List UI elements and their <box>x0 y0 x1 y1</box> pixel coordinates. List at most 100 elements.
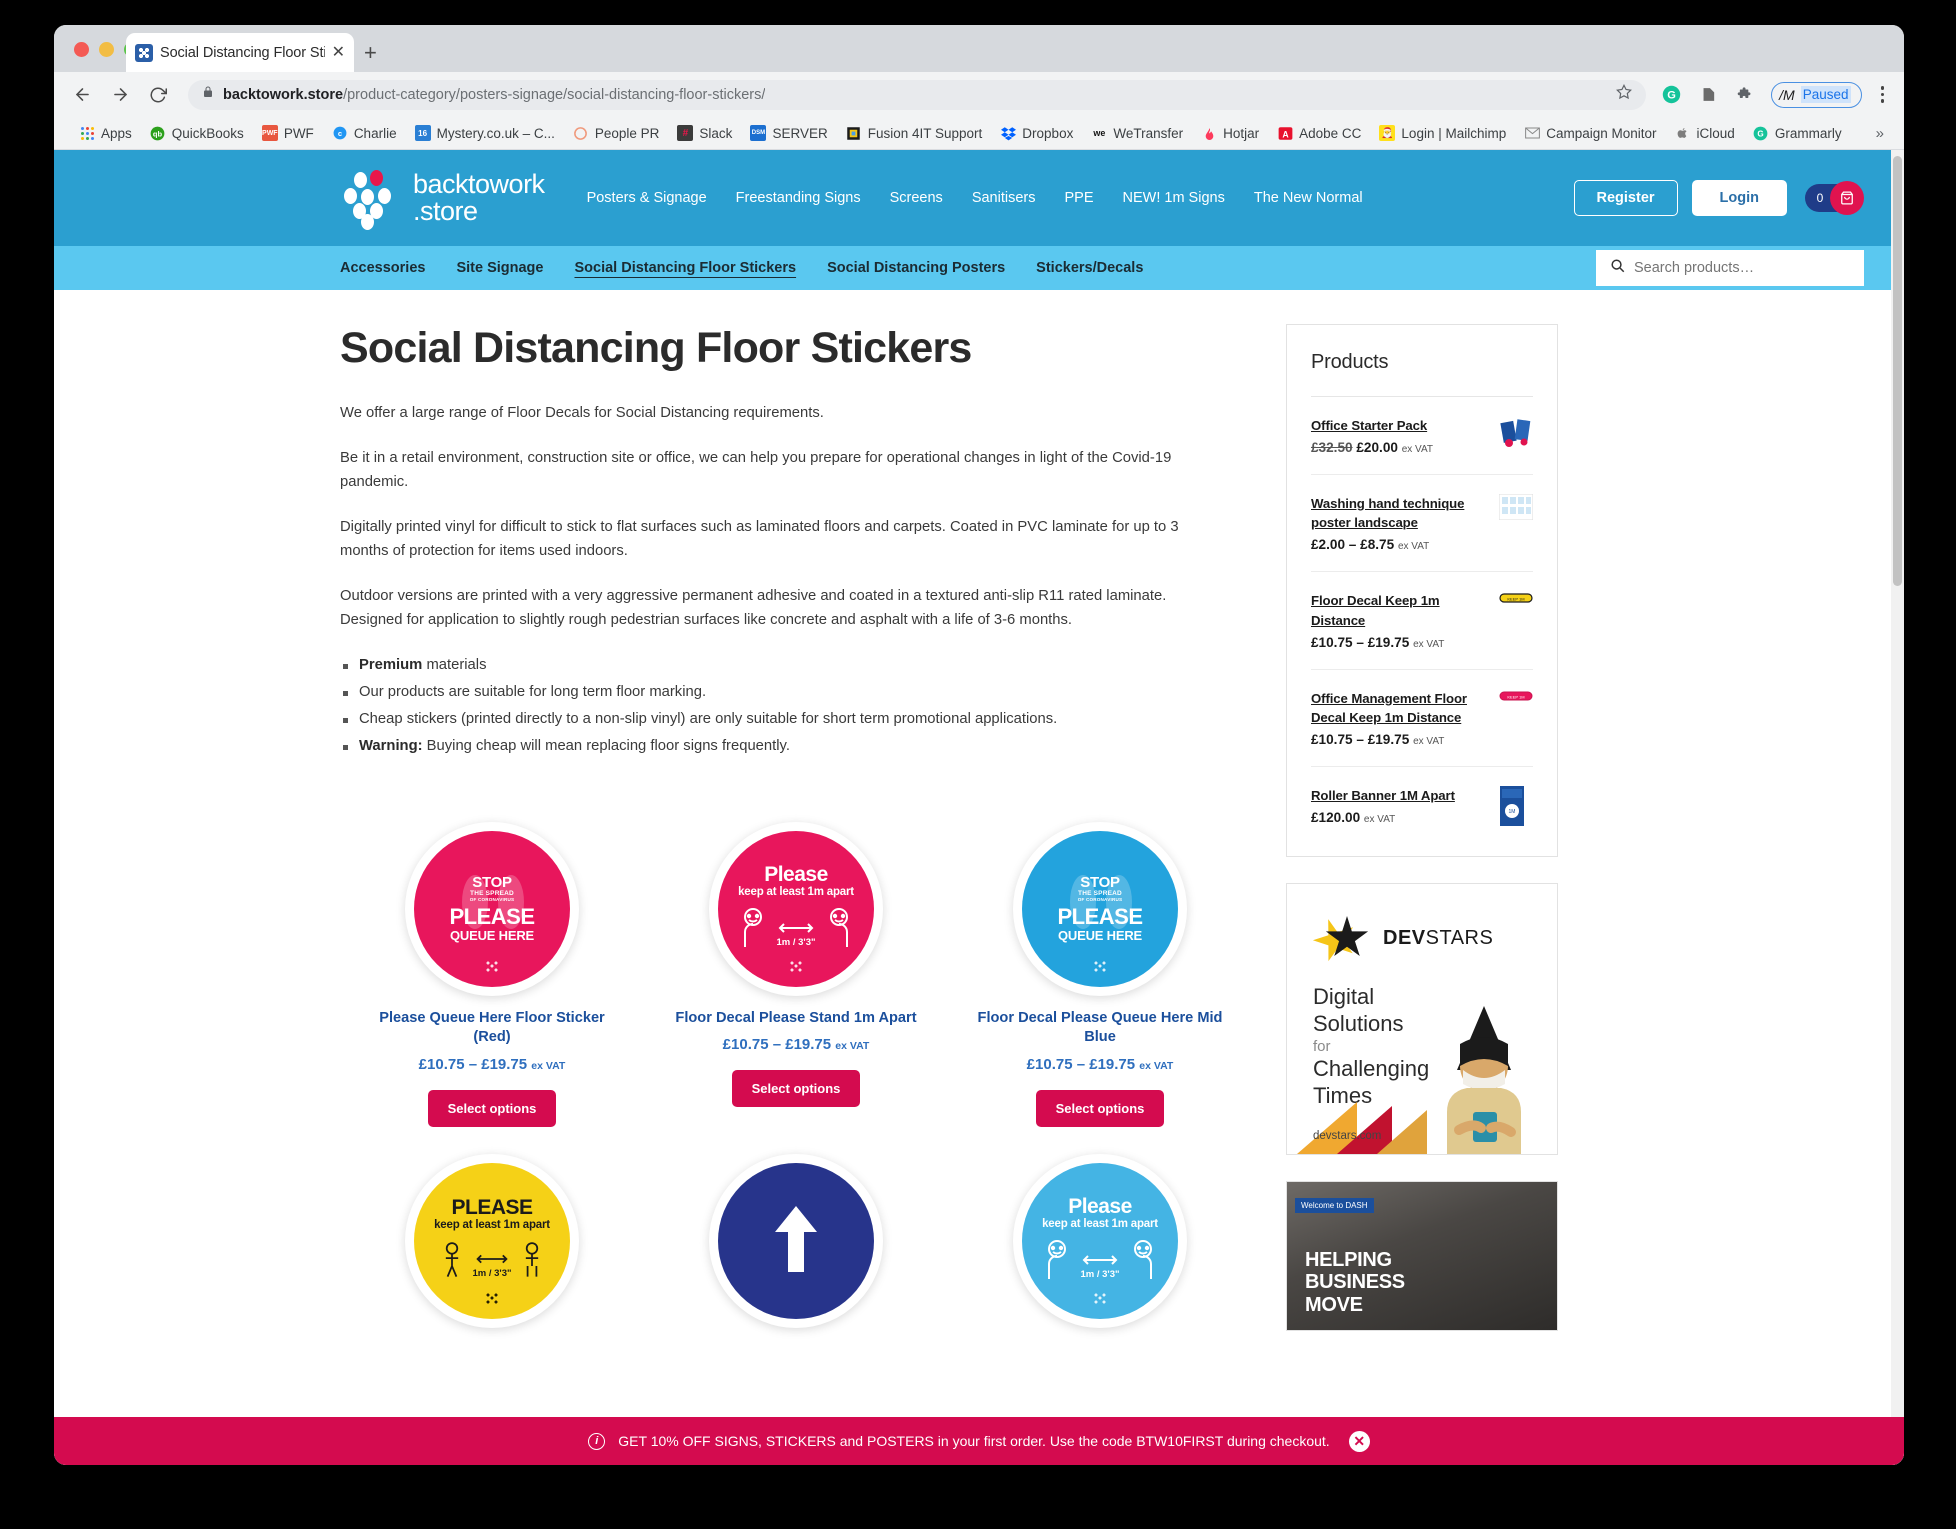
devstars-ad[interactable]: DEVSTARS Digital Solutions for Challengi… <box>1286 882 1558 1155</box>
bookmark-star-icon[interactable] <box>1616 83 1633 105</box>
subnav-stickers-decals[interactable]: Stickers/Decals <box>1036 260 1143 276</box>
bookmark-adobe-cc[interactable]: A Adobe CC <box>1268 120 1370 146</box>
bookmark-grammarly[interactable]: G Grammarly <box>1744 120 1851 146</box>
subnav-social-distancing-posters[interactable]: Social Distancing Posters <box>827 260 1005 276</box>
chrome-menu-icon[interactable] <box>1877 86 1889 103</box>
select-options-button[interactable]: Select options <box>1035 1090 1165 1128</box>
product-search[interactable] <box>1596 250 1864 286</box>
bookmark-quickbooks[interactable]: qb QuickBooks <box>141 120 253 146</box>
header-actions: Register Login 0 <box>1573 180 1864 216</box>
address-bar-text: backtowork.store/product-category/poster… <box>223 87 765 103</box>
nav-posters-signage[interactable]: Posters & Signage <box>587 190 707 206</box>
select-options-button[interactable]: Select options <box>427 1090 557 1128</box>
bookmark-dropbox[interactable]: Dropbox <box>991 120 1082 146</box>
floor-sticker-icon: STOP THE SPREAD OF CORONAVIRUS PLEASE QU… <box>405 821 579 996</box>
nav-screens[interactable]: Screens <box>890 190 943 206</box>
bookmark-apps[interactable]: Apps <box>70 120 141 146</box>
reload-icon[interactable] <box>146 83 170 107</box>
shopping-bag-icon <box>1830 181 1864 215</box>
search-input[interactable] <box>1634 260 1850 276</box>
subnav-accessories[interactable]: Accessories <box>340 260 425 276</box>
site-logo[interactable]: backtowork .store <box>340 170 545 230</box>
list-item[interactable]: Office Starter Pack £32.50 £20.00 ex VAT <box>1311 397 1533 476</box>
nav-the-new-normal[interactable]: The New Normal <box>1254 190 1363 206</box>
register-button[interactable]: Register <box>1573 180 1678 216</box>
dash-ad[interactable]: Welcome to DASH HELPING BUSINESS MOVE <box>1286 1180 1558 1331</box>
list-item[interactable]: Roller Banner 1M Apart £120.00 ex VAT 1M <box>1311 767 1533 830</box>
product-image[interactable]: PLEASE keep at least 1m apart 1m / 3'3" <box>340 1143 644 1339</box>
sidebar-product-info: Floor Decal Keep 1m Distance £10.75 – £1… <box>1311 591 1489 649</box>
select-options-button[interactable]: Select options <box>731 1070 861 1108</box>
grammarly-extension-icon[interactable]: G <box>1660 84 1682 106</box>
bookmarks-overflow-icon[interactable]: » <box>1876 125 1888 142</box>
sticker-stop-2: THE SPREAD <box>470 889 514 897</box>
nav-ppe[interactable]: PPE <box>1064 190 1093 206</box>
product-title[interactable]: Floor Decal Please Stand 1m Apart <box>644 1009 948 1029</box>
intro-paragraph-1: We offer a large range of Floor Decals f… <box>340 405 824 421</box>
product-image[interactable]: STOP THE SPREAD OF CORONAVIRUS PLEASE QU… <box>340 811 644 1007</box>
subnav-site-signage[interactable]: Site Signage <box>456 260 543 276</box>
page-title: Social Distancing Floor Stickers <box>340 324 972 372</box>
extensions-puzzle-icon[interactable] <box>1734 84 1756 106</box>
browser-window: Social Distancing Floor Stickers ✕ + bac… <box>54 25 1904 1465</box>
sticker-main-2: QUEUE HERE <box>1058 927 1142 943</box>
sidebar-product-name[interactable]: Floor Decal Keep 1m Distance <box>1311 591 1489 629</box>
sidebar-product-price: £120.00 ex VAT <box>1311 810 1489 825</box>
scrollbar-thumb[interactable] <box>1893 156 1902 586</box>
bookmark-mystery[interactable]: 16 Mystery.co.uk – C... <box>406 120 564 146</box>
bookmark-pwf[interactable]: PWF PWF <box>253 120 323 146</box>
product-image[interactable] <box>644 1143 948 1339</box>
bookmark-wetransfer[interactable]: we WeTransfer <box>1082 120 1192 146</box>
bookmark-fusion[interactable]: Fusion 4IT Support <box>837 120 992 146</box>
bookmark-campaign-monitor[interactable]: Campaign Monitor <box>1515 120 1665 146</box>
bookmark-icloud[interactable]: iCloud <box>1666 120 1744 146</box>
bookmark-label: Slack <box>699 125 733 141</box>
sidebar-product-name[interactable]: Washing hand technique poster landscape <box>1311 494 1489 532</box>
address-bar[interactable]: backtowork.store/product-category/poster… <box>188 79 1647 110</box>
browser-tab[interactable]: Social Distancing Floor Stickers ✕ <box>126 33 354 72</box>
product-image[interactable]: Please keep at least 1m apart 1m / 3'3" <box>948 1143 1252 1339</box>
price-value: £10.75 – £19.75 <box>1026 1056 1136 1074</box>
sticker-face: STOP THE SPREAD OF CORONAVIRUS PLEASE QU… <box>1022 830 1178 987</box>
sidebar-product-name[interactable]: Office Starter Pack <box>1311 416 1489 435</box>
slack-icon: # <box>677 125 694 141</box>
bookmark-slack[interactable]: # Slack <box>668 120 741 146</box>
product-image[interactable]: STOP THE SPREAD OF CORONAVIRUS PLEASE QU… <box>948 811 1252 1007</box>
bookmark-people-pr[interactable]: People PR <box>564 120 669 146</box>
close-icon[interactable]: ✕ <box>1348 1430 1370 1452</box>
subnav-social-distancing-floor-stickers[interactable]: Social Distancing Floor Stickers <box>574 260 796 276</box>
bookmark-hotjar[interactable]: Hotjar <box>1192 120 1268 146</box>
bookmark-charlie[interactable]: c Charlie <box>323 120 406 146</box>
sidebar-product-name[interactable]: Roller Banner 1M Apart <box>1311 786 1489 805</box>
cart-widget[interactable]: 0 <box>1805 181 1864 215</box>
nav-sanitisers[interactable]: Sanitisers <box>972 190 1036 206</box>
login-button[interactable]: Login <box>1691 180 1787 216</box>
sidebar-product-name[interactable]: Office Management Floor Decal Keep 1m Di… <box>1311 689 1489 727</box>
nav-new-1m-signs[interactable]: NEW! 1m Signs <box>1123 190 1225 206</box>
bookmark-mailchimp[interactable]: 🎅 Login | Mailchimp <box>1370 120 1515 146</box>
price-vat: ex VAT <box>1413 735 1445 747</box>
bookmarks-bar: Apps qb QuickBooks PWF PWF c Charlie 16 … <box>54 117 1904 150</box>
product-image[interactable]: Please keep at least 1m apart 1m / 3'3" <box>644 811 948 1007</box>
list-item: Our products are suitable for long term … <box>340 681 1252 705</box>
list-item[interactable]: Floor Decal Keep 1m Distance £10.75 – £1… <box>1311 572 1533 670</box>
bookmark-server[interactable]: DSM SERVER <box>741 120 836 146</box>
price-vat: ex VAT <box>1413 638 1445 650</box>
nav-freestanding-signs[interactable]: Freestanding Signs <box>736 190 861 206</box>
evernote-extension-icon[interactable] <box>1697 84 1719 106</box>
new-tab-button[interactable]: + <box>364 42 377 64</box>
close-window-button[interactable] <box>74 42 89 57</box>
product-title[interactable]: Please Queue Here Floor Sticker (Red) <box>340 1009 644 1048</box>
forward-icon[interactable] <box>108 83 132 107</box>
bookmark-label: Campaign Monitor <box>1546 125 1657 141</box>
list-item[interactable]: Washing hand technique poster landscape … <box>1311 475 1534 573</box>
minimize-window-button[interactable] <box>99 42 114 57</box>
profile-paused-badge[interactable]: /M Paused <box>1771 81 1862 108</box>
price-value: £10.75 – £19.75 <box>722 1036 832 1054</box>
page-scrollbar[interactable] <box>1891 150 1904 1465</box>
product-title[interactable]: Floor Decal Please Queue Here Mid Blue <box>948 1009 1252 1048</box>
sidebar-product-info: Washing hand technique poster landscape … <box>1311 494 1489 552</box>
close-tab-icon[interactable]: ✕ <box>332 44 345 61</box>
back-icon[interactable] <box>70 83 94 107</box>
list-item[interactable]: Office Management Floor Decal Keep 1m Di… <box>1311 670 1533 767</box>
